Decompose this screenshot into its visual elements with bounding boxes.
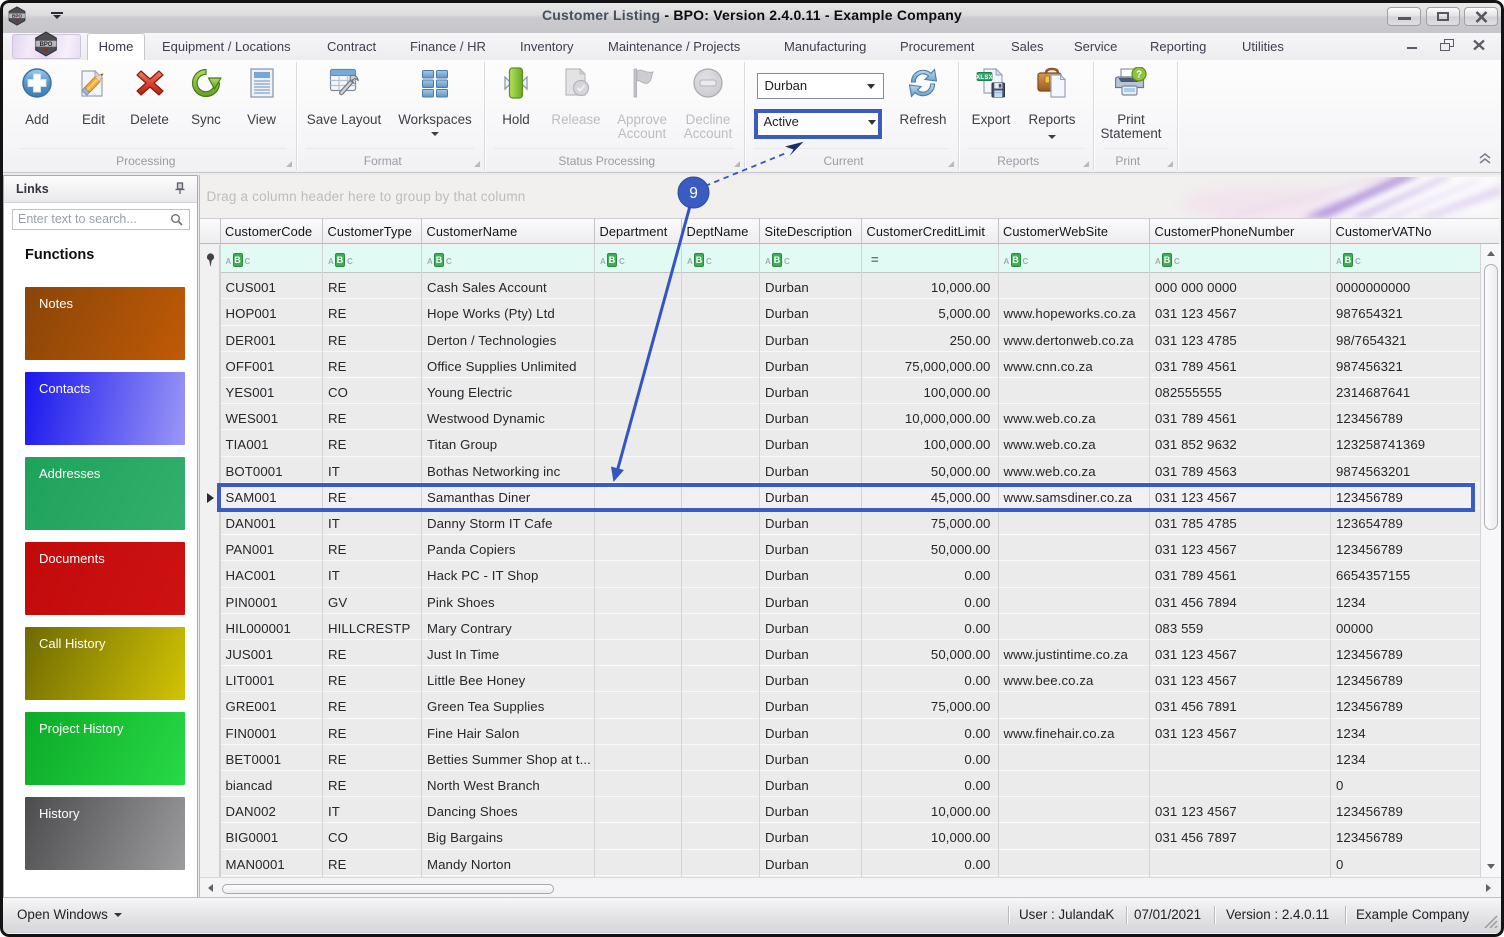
svg-text:9: 9 [689,185,698,202]
